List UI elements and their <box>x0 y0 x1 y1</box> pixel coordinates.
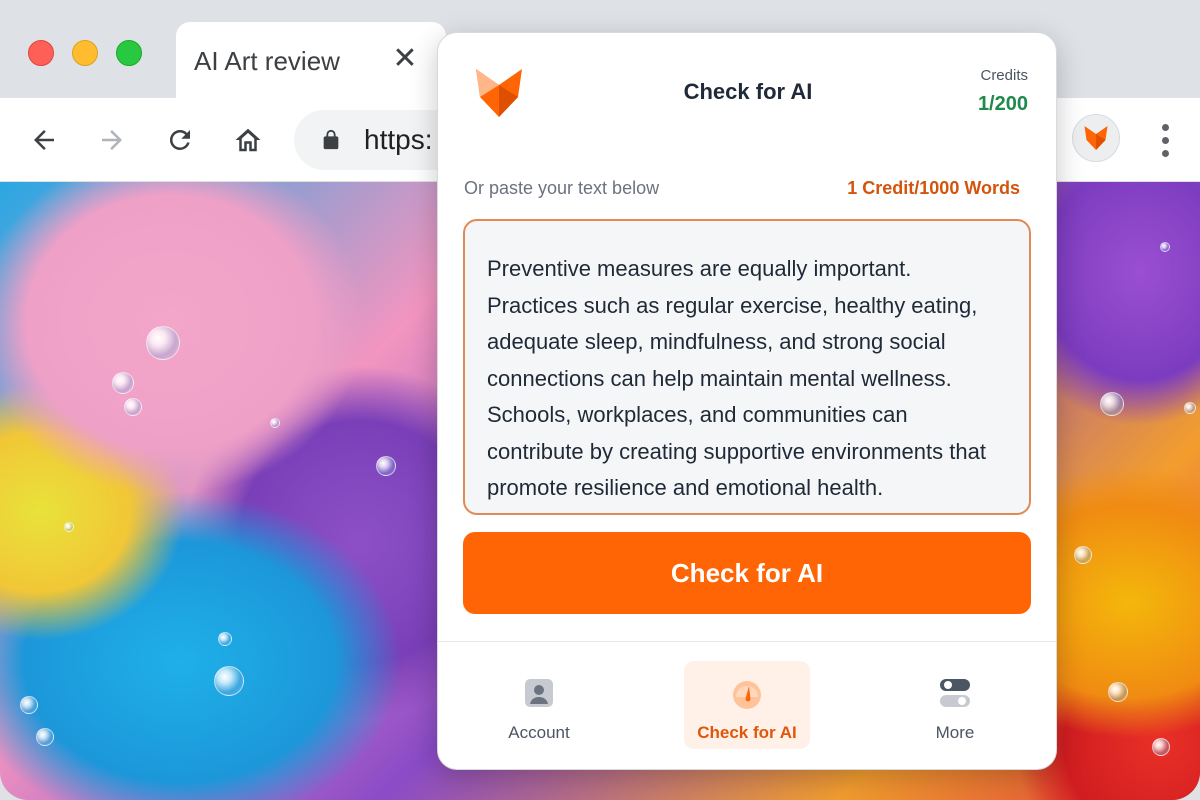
fox-extension-button[interactable] <box>1072 114 1120 162</box>
nav-check-for-ai[interactable]: Check for AI <box>684 661 810 749</box>
forward-button[interactable] <box>90 118 134 162</box>
nav-label: More <box>935 723 975 742</box>
bubble <box>1160 242 1170 252</box>
bubble <box>270 418 280 428</box>
back-button[interactable] <box>22 118 66 162</box>
nav-more[interactable]: More <box>892 661 1018 749</box>
tab-close-icon[interactable]: ✕ <box>390 42 420 76</box>
close-window-button[interactable] <box>28 40 54 66</box>
bubble <box>1100 392 1124 416</box>
maximize-window-button[interactable] <box>116 40 142 66</box>
home-button[interactable] <box>226 118 270 162</box>
popup-title: Check for AI <box>683 79 813 104</box>
url-text: https: <box>364 124 433 155</box>
check-for-ai-button[interactable]: Check for AI <box>463 532 1031 614</box>
bubble <box>64 522 74 532</box>
credits-label: Credits <box>980 67 1028 84</box>
reload-button[interactable] <box>158 118 202 162</box>
bubble <box>1074 546 1092 564</box>
kebab-menu-icon[interactable] <box>1150 118 1180 162</box>
back-arrow-icon <box>34 130 54 150</box>
home-icon <box>235 128 261 152</box>
minimize-window-button[interactable] <box>72 40 98 66</box>
nav-label: Account <box>508 723 570 742</box>
bubble <box>20 696 38 714</box>
account-icon <box>523 677 555 709</box>
bubble <box>146 326 180 360</box>
nav-account[interactable]: Account <box>476 661 602 749</box>
bubble <box>1184 402 1196 414</box>
bubble <box>376 456 396 476</box>
bubble <box>214 666 244 696</box>
divider <box>438 641 1056 642</box>
lock-icon <box>323 129 339 150</box>
ai-checker-popup: Check for AI Credits 1/200 Or paste your… <box>437 32 1057 770</box>
browser-window: AI Art review ✕ https: Check for AI Cred… <box>0 0 1200 800</box>
toggles-icon <box>939 677 971 709</box>
fox-extension-icon <box>1084 126 1108 150</box>
reload-icon <box>169 129 190 150</box>
forward-arrow-icon <box>102 130 122 150</box>
bubble <box>1152 738 1170 756</box>
gauge-icon <box>731 677 763 709</box>
tab-ai-art-review[interactable]: AI Art review ✕ <box>176 22 446 100</box>
bubble <box>124 398 142 416</box>
fox-logo-icon <box>476 69 522 117</box>
bubble <box>218 632 232 646</box>
credits-value: 1/200 <box>977 93 1028 115</box>
paste-hint: Or paste your text below <box>464 178 660 198</box>
bubble <box>112 372 134 394</box>
bubble <box>36 728 54 746</box>
text-input-area[interactable]: Preventive measures are equally importan… <box>463 219 1031 515</box>
nav-label: Check for AI <box>697 723 797 742</box>
tab-title: AI Art review <box>194 46 340 76</box>
credit-rate: 1 Credit/1000 Words <box>847 178 1020 198</box>
bubble <box>1108 682 1128 702</box>
